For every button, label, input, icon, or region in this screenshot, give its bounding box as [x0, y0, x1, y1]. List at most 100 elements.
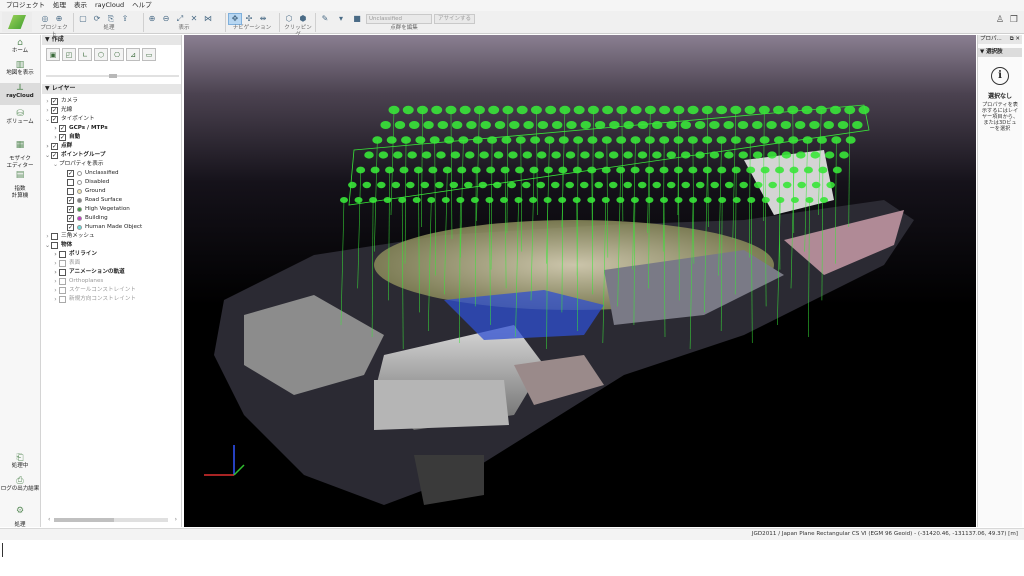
- camera-icon[interactable]: [744, 105, 756, 115]
- camera-icon[interactable]: [797, 181, 806, 189]
- camera-icon[interactable]: [716, 105, 728, 115]
- camera-icon[interactable]: [601, 197, 610, 203]
- camera-icon[interactable]: [767, 151, 777, 159]
- camera-icon[interactable]: [565, 181, 575, 189]
- new-polyline-icon[interactable]: ◰: [62, 48, 76, 61]
- camera-icon[interactable]: [494, 121, 506, 129]
- camera-icon[interactable]: [508, 151, 518, 159]
- camera-icon[interactable]: [687, 136, 698, 144]
- edit-brush-icon[interactable]: ✎: [318, 13, 332, 25]
- selection-section-header[interactable]: ▼ 選択肢: [978, 48, 1022, 57]
- menu-project[interactable]: プロジェクト: [2, 0, 49, 11]
- camera-icon[interactable]: [402, 105, 414, 115]
- camera-icon[interactable]: [858, 105, 870, 115]
- splitter-grip-icon[interactable]: [109, 74, 117, 78]
- camera-icon[interactable]: [493, 151, 504, 159]
- chevron-down-icon[interactable]: ⌄: [44, 151, 51, 160]
- camera-icon[interactable]: [415, 136, 426, 144]
- add-images-icon[interactable]: ⊕: [52, 13, 66, 25]
- camera-icon[interactable]: [645, 166, 655, 174]
- camera-icon[interactable]: [391, 181, 401, 189]
- layer-checkbox[interactable]: ✓: [67, 224, 74, 231]
- camera-icon[interactable]: [587, 197, 596, 203]
- layer-tree-row[interactable]: ⌄ プロパティを表示: [44, 160, 181, 169]
- camera-icon[interactable]: [444, 136, 455, 144]
- camera-icon[interactable]: [608, 151, 619, 159]
- camera-icon[interactable]: [644, 136, 655, 144]
- chevron-right-icon[interactable]: ›: [52, 295, 59, 304]
- camera-icon[interactable]: [523, 121, 534, 129]
- point-cloud-scene[interactable]: [184, 35, 976, 527]
- camera-icon[interactable]: [738, 151, 748, 159]
- camera-icon[interactable]: [761, 197, 770, 203]
- layer-tree-row[interactable]: ⌄ ✓ タイポイント: [44, 115, 181, 124]
- scroll-thumb[interactable]: [54, 518, 114, 522]
- fit-view-icon[interactable]: ⤢: [173, 13, 187, 25]
- camera-icon[interactable]: [449, 181, 459, 189]
- camera-icon[interactable]: [394, 121, 406, 129]
- camera-icon[interactable]: [730, 136, 741, 144]
- camera-icon[interactable]: [732, 197, 741, 203]
- new-camera-icon[interactable]: ⎔: [110, 48, 124, 61]
- camera-icon[interactable]: [530, 136, 541, 144]
- camera-icon[interactable]: [500, 166, 510, 174]
- camera-icon[interactable]: [730, 105, 742, 115]
- camera-icon[interactable]: [393, 151, 403, 159]
- camera-icon[interactable]: [416, 105, 428, 115]
- camera-icon[interactable]: [623, 181, 632, 189]
- layer-tree-row[interactable]: ✓ High Vegetation: [44, 205, 181, 214]
- nav-processing[interactable]: ⎗ 処理中: [0, 453, 40, 470]
- raycloud-3d-view[interactable]: [184, 35, 976, 527]
- camera-icon[interactable]: [401, 136, 412, 144]
- camera-icon[interactable]: [409, 121, 420, 129]
- menu-raycloud[interactable]: rayCloud: [91, 0, 128, 11]
- camera-icon[interactable]: [594, 151, 605, 159]
- camera-icon[interactable]: [348, 181, 357, 189]
- camera-icon[interactable]: [651, 121, 663, 129]
- camera-icon[interactable]: [573, 105, 585, 115]
- chevron-down-icon[interactable]: ⌄: [44, 241, 51, 250]
- camera-icon[interactable]: [718, 197, 727, 203]
- camera-icon[interactable]: [451, 121, 463, 129]
- camera-icon[interactable]: [623, 121, 634, 129]
- camera-icon[interactable]: [493, 181, 502, 189]
- camera-icon[interactable]: [412, 197, 421, 203]
- nav-raycloud[interactable]: ⟂ rayCloud: [0, 83, 40, 105]
- layer-checkbox[interactable]: [59, 260, 66, 267]
- camera-icon[interactable]: [694, 121, 706, 129]
- camera-icon[interactable]: [781, 151, 792, 159]
- layer-tree-row[interactable]: › ✓ 光線: [44, 106, 181, 115]
- camera-icon[interactable]: [543, 197, 552, 203]
- camera-icon[interactable]: [530, 105, 542, 115]
- camera-icon[interactable]: [687, 105, 699, 115]
- camera-icon[interactable]: [680, 121, 692, 129]
- properties-panel-title-bar[interactable]: プロパ... ⧉ ✕: [978, 35, 1022, 44]
- camera-icon[interactable]: [501, 136, 512, 144]
- camera-icon[interactable]: [587, 105, 599, 115]
- camera-icon[interactable]: [529, 197, 538, 203]
- reoptimize-icon[interactable]: ⟳: [90, 13, 104, 25]
- camera-icon[interactable]: [796, 151, 806, 159]
- camera-icon[interactable]: [759, 136, 770, 144]
- user-account-icon[interactable]: ♙: [996, 15, 1004, 25]
- camera-icon[interactable]: [820, 197, 828, 203]
- clipping-box-icon[interactable]: ⬡: [282, 13, 296, 25]
- camera-icon[interactable]: [709, 121, 720, 129]
- layers-panel-header[interactable]: ▼ レイヤー: [42, 84, 181, 94]
- camera-icon[interactable]: [386, 136, 397, 144]
- camera-icon[interactable]: [609, 121, 620, 129]
- camera-icon[interactable]: [831, 136, 842, 144]
- camera-icon[interactable]: [450, 151, 461, 159]
- rematch-icon[interactable]: ⎘: [104, 13, 118, 25]
- camera-icon[interactable]: [551, 181, 560, 189]
- layer-checkbox[interactable]: ✓: [67, 215, 74, 222]
- camera-icon[interactable]: [710, 181, 719, 189]
- camera-icon[interactable]: [580, 121, 592, 129]
- camera-icon[interactable]: [839, 151, 849, 159]
- window-restore-icon[interactable]: ❐: [1010, 15, 1018, 25]
- layer-tree-row[interactable]: Disabled: [44, 178, 181, 187]
- camera-icon[interactable]: [428, 166, 438, 174]
- camera-icon[interactable]: [480, 121, 491, 129]
- chevron-right-icon[interactable]: ›: [44, 142, 51, 151]
- export-icon[interactable]: ⇪: [118, 13, 132, 25]
